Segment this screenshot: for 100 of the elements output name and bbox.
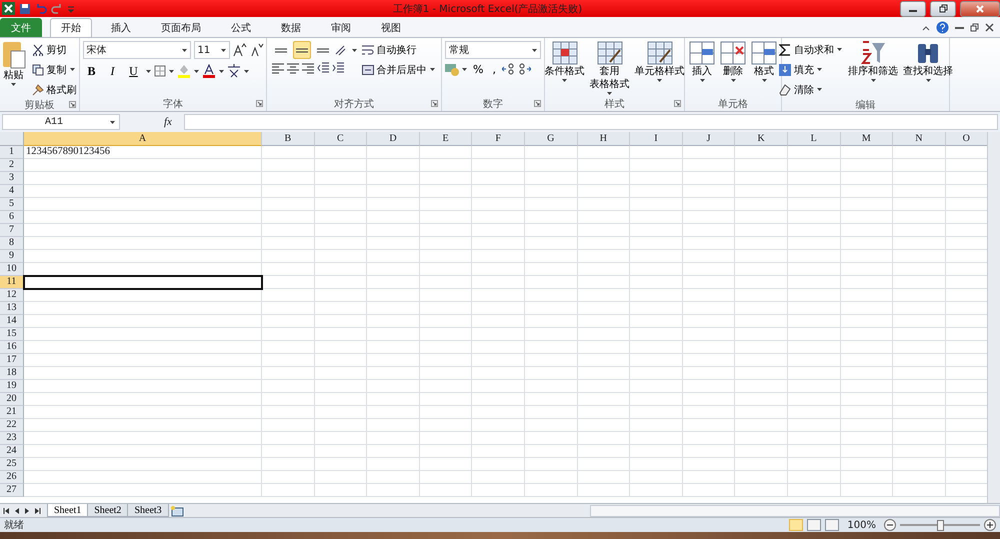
row-header[interactable]: 7: [0, 224, 24, 237]
ribbon-tab[interactable]: 数据: [270, 18, 312, 37]
row-header[interactable]: 11: [0, 276, 24, 289]
page-break-button[interactable]: [825, 519, 840, 531]
minimize-button[interactable]: [900, 0, 926, 16]
close-button[interactable]: [960, 0, 1000, 16]
column-header[interactable]: B: [262, 132, 315, 146]
column-header[interactable]: A: [24, 132, 262, 146]
ribbon-tab[interactable]: 视图: [370, 18, 412, 37]
row-header[interactable]: 17: [0, 354, 24, 367]
sheet-tab[interactable]: Sheet3: [127, 504, 169, 517]
wrap-text-button[interactable]: 自动换行: [360, 41, 436, 58]
ribbon-tab[interactable]: 公式: [220, 18, 262, 37]
paste-button[interactable]: 粘贴: [0, 41, 26, 98]
find-select-button[interactable]: 查找和选择: [902, 41, 954, 98]
name-box[interactable]: A11: [2, 114, 120, 130]
sheet-tab[interactable]: Sheet1: [47, 504, 88, 517]
autosum-button[interactable]: 自动求和: [777, 41, 844, 58]
row-header[interactable]: 8: [0, 237, 24, 250]
normal-view-button[interactable]: [789, 519, 804, 531]
dialog-launcher-icon[interactable]: [534, 100, 541, 107]
column-header[interactable]: D: [367, 132, 420, 146]
sheet-tab[interactable]: Sheet2: [87, 504, 128, 517]
restore-button[interactable]: [930, 0, 956, 16]
row-header[interactable]: 14: [0, 315, 24, 328]
ribbon-tab[interactable]: 开始: [50, 18, 92, 37]
style-button[interactable]: 套用 表格格式: [588, 41, 630, 97]
bold-button[interactable]: B: [82, 62, 100, 80]
style-button[interactable]: 条件格式: [544, 41, 586, 97]
cell-button[interactable]: 格式: [750, 41, 778, 97]
column-header[interactable]: K: [735, 132, 788, 146]
zoom-in-button[interactable]: [984, 519, 996, 531]
dialog-launcher-icon[interactable]: [256, 100, 263, 107]
row-header[interactable]: 4: [0, 185, 24, 198]
column-header[interactable]: J: [682, 132, 736, 146]
ribbon-tab[interactable]: 页面布局: [150, 18, 212, 37]
row-header[interactable]: 15: [0, 328, 24, 341]
italic-button[interactable]: I: [104, 62, 122, 80]
row-header[interactable]: 1: [0, 146, 24, 159]
column-header[interactable]: C: [314, 132, 368, 146]
page-layout-button[interactable]: [807, 519, 822, 531]
copy-button[interactable]: 复制: [30, 61, 78, 78]
slider-thumb[interactable]: [937, 520, 944, 530]
horizontal-scrollbar[interactable]: [590, 504, 1000, 516]
font-size-field[interactable]: 11: [194, 41, 230, 59]
dialog-launcher-icon[interactable]: [69, 101, 76, 108]
file-tab[interactable]: 文件: [0, 18, 42, 37]
row-header[interactable]: 20: [0, 393, 24, 406]
row-header[interactable]: 26: [0, 471, 24, 484]
column-header[interactable]: F: [472, 132, 525, 146]
formula-input[interactable]: [184, 114, 998, 130]
cell-button[interactable]: 插入: [688, 41, 716, 97]
table-cell[interactable]: 1234567890123456: [24, 146, 262, 159]
font-name-field[interactable]: 宋体: [82, 41, 190, 59]
row-header[interactable]: 22: [0, 419, 24, 432]
comma-button[interactable]: ,: [489, 62, 499, 76]
ribbon-tab[interactable]: 审阅: [320, 18, 362, 37]
zoom-out-button[interactable]: [884, 519, 896, 531]
row-header[interactable]: 23: [0, 432, 24, 445]
underline-button[interactable]: U: [124, 62, 142, 80]
column-header[interactable]: H: [578, 132, 630, 146]
column-header[interactable]: L: [788, 132, 841, 146]
row-header[interactable]: 25: [0, 458, 24, 471]
percent-button[interactable]: %: [470, 62, 486, 76]
active-cell[interactable]: [24, 276, 262, 289]
cut-button[interactable]: 剪切: [30, 41, 78, 58]
ribbon-tab[interactable]: 插入: [100, 18, 142, 37]
style-button[interactable]: 单元格样式: [634, 41, 686, 97]
dialog-launcher-icon[interactable]: [431, 100, 438, 107]
column-header[interactable]: I: [630, 132, 683, 146]
format-painter-button[interactable]: 格式刷: [30, 81, 78, 98]
row-header[interactable]: 19: [0, 380, 24, 393]
row-header[interactable]: 18: [0, 367, 24, 380]
row-header[interactable]: 13: [0, 302, 24, 315]
middle-align-button[interactable]: [292, 41, 310, 59]
column-header[interactable]: G: [524, 132, 578, 146]
row-header[interactable]: 3: [0, 172, 24, 185]
row-header[interactable]: 27: [0, 484, 24, 497]
column-header[interactable]: E: [420, 132, 472, 146]
select-all-corner[interactable]: [0, 132, 24, 146]
cell-button[interactable]: 删除: [719, 41, 747, 97]
row-header[interactable]: 10: [0, 263, 24, 276]
sort-filter-button[interactable]: 排序和筛选: [847, 41, 899, 98]
dialog-launcher-icon[interactable]: [674, 100, 681, 107]
row-header[interactable]: 9: [0, 250, 24, 263]
row-header[interactable]: 12: [0, 289, 24, 302]
row-header[interactable]: 5: [0, 198, 24, 211]
fill-button[interactable]: 填充: [777, 61, 844, 78]
row-header[interactable]: 21: [0, 406, 24, 419]
row-header[interactable]: 24: [0, 445, 24, 458]
vertical-scrollbar[interactable]: [987, 132, 1000, 503]
number-format-field[interactable]: 常规: [445, 41, 541, 59]
insert-function-button[interactable]: fx: [124, 116, 180, 128]
clear-button[interactable]: 清除: [777, 81, 844, 98]
merge-center-button[interactable]: 合并后居中: [360, 61, 436, 78]
column-header[interactable]: O: [946, 132, 987, 146]
row-header[interactable]: 2: [0, 159, 24, 172]
column-header[interactable]: N: [893, 132, 946, 146]
row-header[interactable]: 16: [0, 341, 24, 354]
row-header[interactable]: 6: [0, 211, 24, 224]
